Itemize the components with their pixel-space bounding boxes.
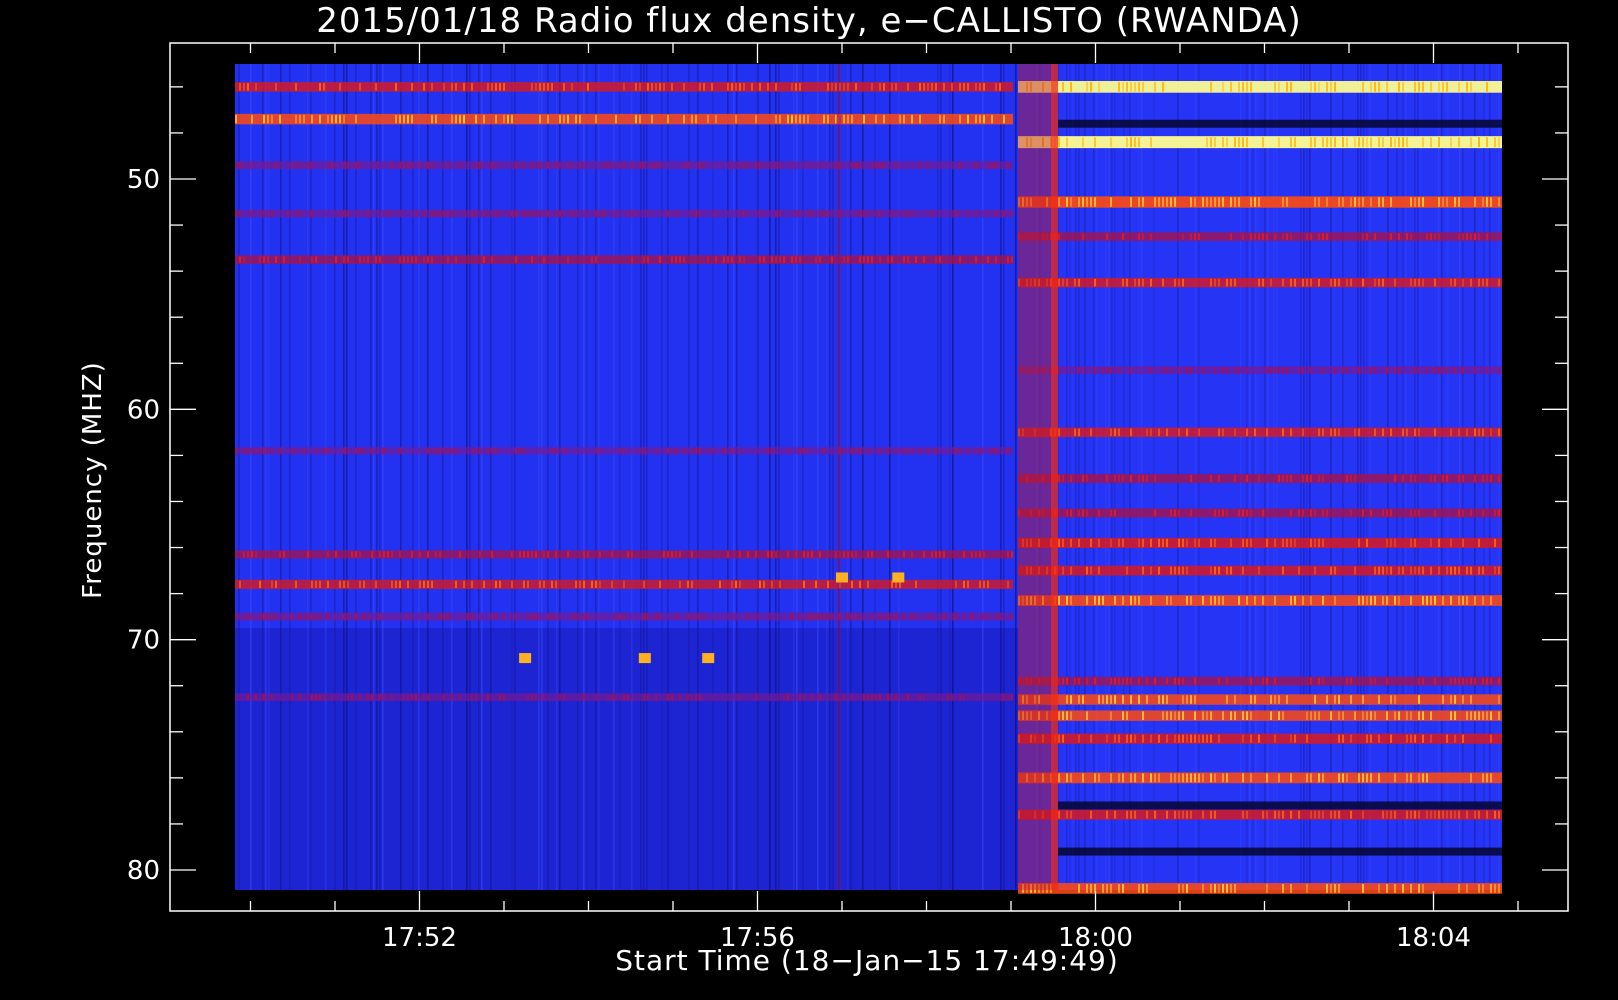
y-tick-label: 60 [127, 395, 160, 425]
spike-3 [892, 572, 905, 583]
x-axis-label: Start Time (18−Jan−15 17:49:49) [615, 944, 1119, 977]
spike-2 [702, 653, 715, 664]
y-axis-label: Frequency (MHZ) [78, 361, 108, 599]
chart-title: 2015/01/18 Radio flux density, e−CALLIST… [316, 1, 1302, 41]
y-tick-label: 80 [127, 856, 160, 886]
y-tick-label: 70 [127, 626, 160, 656]
spike-4 [835, 572, 848, 583]
spike-0 [519, 653, 532, 664]
spectrogram-heatmap [235, 64, 1502, 894]
spike-1 [638, 653, 651, 664]
heatmap-low-noise [235, 628, 1019, 890]
burst-column [1018, 64, 1059, 890]
faint-vertical-streak [836, 64, 842, 890]
y-tick-label: 50 [127, 165, 160, 195]
spectrogram-chart: 17:52 17:56 18:00 18:04 50607080 [0, 0, 1618, 1000]
